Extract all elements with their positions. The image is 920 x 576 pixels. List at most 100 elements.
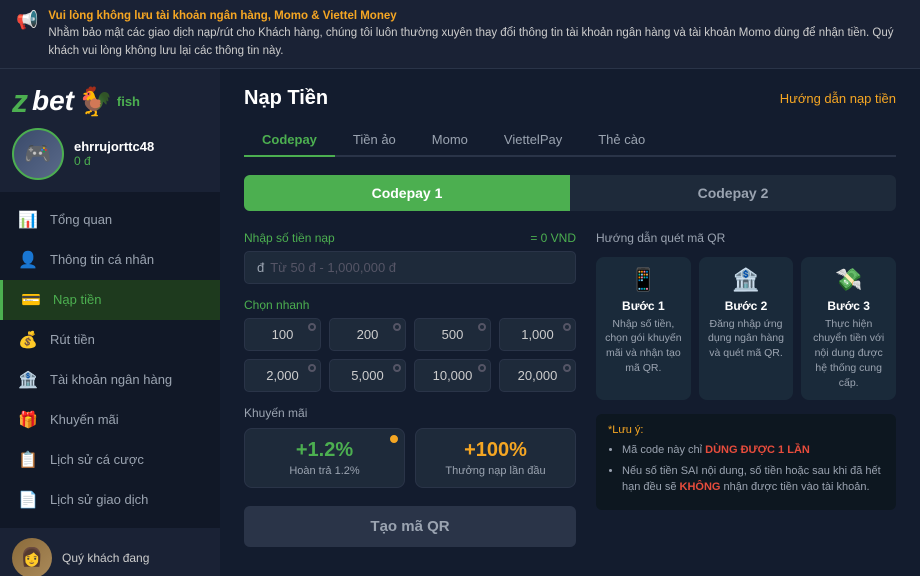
support-avatar: 👩: [12, 538, 52, 576]
amount-10000[interactable]: 10,000: [414, 359, 491, 392]
nav-label-tai-khoan: Tài khoản ngân hàng: [50, 372, 172, 387]
balance: 0 đ: [74, 154, 154, 168]
chart-icon: 📊: [18, 210, 38, 230]
nav-label-lich-su-giao-dich: Lịch sử giao dịch: [50, 492, 148, 507]
form-section: Nhập số tiền nạp = 0 VND đ Chọn nhanh: [244, 231, 896, 547]
step2-title: Bước 2: [707, 299, 786, 313]
qr-step-3: 💸 Bước 3 Thực hiện chuyển tiền với nội d…: [801, 257, 896, 400]
codepay2-button[interactable]: Codepay 2: [570, 175, 896, 211]
avatar-area: 🎮 ehrrujorttc48 0 đ: [12, 128, 208, 180]
user-icon: 👤: [18, 250, 38, 270]
note-2: Nếu số tiền SAI nội dung, số tiền hoặc s…: [622, 463, 884, 496]
promo-sub-2: Thưởng nạp lần đầu: [428, 465, 563, 477]
sidebar-item-lich-su-cuoc[interactable]: 📋 Lịch sử cá cược: [0, 440, 220, 480]
main-layout: z bet 🐓 fish 🎮 ehrrujorttc48 0 đ 📊 Tổng …: [0, 69, 920, 576]
step1-icon: 📱: [604, 267, 683, 293]
logo-bet: bet: [32, 87, 74, 115]
quick-amounts-group: Chọn nhanh 100 200 500 1,000 2,000 5,000…: [244, 298, 576, 392]
username: ehrrujorttc48: [74, 139, 154, 154]
step3-icon: 💸: [809, 267, 888, 293]
sidebar-item-nap-tien[interactable]: 💳 Nạp tiền: [0, 280, 220, 320]
logo-fish: fish: [117, 94, 140, 109]
quick-amounts: 100 200 500 1,000 2,000 5,000 10,000 20,…: [244, 318, 576, 392]
submit-button[interactable]: Tạo mã QR: [244, 506, 576, 547]
sidebar-header: z bet 🐓 fish 🎮 ehrrujorttc48 0 đ: [0, 69, 220, 192]
tab-momo[interactable]: Momo: [414, 124, 486, 157]
step3-title: Bước 3: [809, 299, 888, 313]
tab-codepay[interactable]: Codepay: [244, 124, 335, 157]
nav-label-tong-quan: Tổng quan: [50, 212, 112, 227]
nav-label-thong-tin: Thông tin cá nhân: [50, 252, 154, 267]
card-icon: 💳: [21, 290, 41, 310]
currency-prefix: đ: [257, 260, 264, 275]
step2-desc: Đăng nhập ứng dụng ngân hàng và quét mã …: [707, 317, 786, 361]
support-label: Quý khách đang: [62, 551, 149, 565]
sidebar-item-tong-quan[interactable]: 📊 Tổng quan: [0, 200, 220, 240]
logo-z: z: [12, 85, 28, 117]
amount-5000[interactable]: 5,000: [329, 359, 406, 392]
sidebar-item-lich-su-giao-dich[interactable]: 📄 Lịch sử giao dịch: [0, 480, 220, 520]
sidebar-item-rut-tien[interactable]: 💰 Rút tiền: [0, 320, 220, 360]
payment-toggle: Codepay 1 Codepay 2: [244, 175, 896, 211]
nav-label-lich-su-cuoc: Lịch sử cá cược: [50, 452, 144, 467]
megaphone-icon: 📢: [16, 10, 38, 31]
amount-group: Nhập số tiền nạp = 0 VND đ: [244, 231, 576, 284]
tab-tien-ao[interactable]: Tiền ảo: [335, 124, 414, 157]
qr-step-1: 📱 Bước 1 Nhập số tiền, chọn gói khuyến m…: [596, 257, 691, 400]
promo-percent-2: +100%: [428, 439, 563, 462]
page-title: Nạp Tiền: [244, 87, 328, 110]
step2-icon: 🏦: [707, 267, 786, 293]
sidebar-nav: 📊 Tổng quan 👤 Thông tin cá nhân 💳 Nạp ti…: [0, 192, 220, 528]
step1-desc: Nhập số tiền, chọn gói khuyến mãi và nhậ…: [604, 317, 683, 376]
amount-1000[interactable]: 1,000: [499, 318, 576, 351]
money-icon: 💰: [18, 330, 38, 350]
banner-highlight: Vui lòng không lưu tài khoản ngân hàng, …: [48, 10, 396, 22]
amount-200[interactable]: 200: [329, 318, 406, 351]
promo-label: Khuyến mãi: [244, 406, 576, 420]
bank-icon: 🏦: [18, 370, 38, 390]
logo-rooster-icon: 🐓: [78, 85, 113, 118]
nav-label-rut-tien: Rút tiền: [50, 332, 95, 347]
qr-notes: *Lưu ý: Mã code này chỉ DÙNG ĐƯỢC 1 LẦN …: [596, 414, 896, 510]
banner-body: Nhằm bảo mật các giao dịch nạp/rút cho K…: [48, 27, 893, 56]
note-1: Mã code này chỉ DÙNG ĐƯỢC 1 LẦN: [622, 442, 884, 459]
page-header: Nạp Tiền Hướng dẫn nạp tiền: [244, 87, 896, 110]
sidebar-footer: 👩 Quý khách đang: [0, 528, 220, 576]
user-info: ehrrujorttc48 0 đ: [74, 139, 154, 168]
amount-100[interactable]: 100: [244, 318, 321, 351]
sidebar-item-khuyen-mai[interactable]: 🎁 Khuyến mãi: [0, 400, 220, 440]
content-area: Nạp Tiền Hướng dẫn nạp tiền Codepay Tiền…: [220, 69, 920, 576]
logo: z bet 🐓 fish: [12, 85, 140, 118]
amount-20000[interactable]: 20,000: [499, 359, 576, 392]
amount-input[interactable]: [270, 260, 563, 275]
step3-desc: Thực hiện chuyển tiền với nội dung được …: [809, 317, 888, 390]
tab-the-cao[interactable]: Thẻ cào: [580, 124, 663, 157]
nav-label-nap-tien: Nạp tiền: [53, 292, 101, 307]
gift-icon: 🎁: [18, 410, 38, 430]
sidebar-item-tai-khoan[interactable]: 🏦 Tài khoản ngân hàng: [0, 360, 220, 400]
promo-card-1[interactable]: +1.2% Hoàn trả 1.2%: [244, 428, 405, 488]
promo-cards: +1.2% Hoàn trả 1.2% +100% Thưởng nạp lần…: [244, 428, 576, 488]
avatar: 🎮: [12, 128, 64, 180]
promo-card-2[interactable]: +100% Thưởng nạp lần đầu: [415, 428, 576, 488]
promo-sub-1: Hoàn trả 1.2%: [257, 465, 392, 477]
tabs: Codepay Tiền ảo Momo ViettelPay Thẻ cào: [244, 124, 896, 157]
qr-step-2: 🏦 Bước 2 Đăng nhập ứng dụng ngân hàng và…: [699, 257, 794, 400]
qr-guide: Hướng dẫn quét mã QR 📱 Bước 1 Nhập số ti…: [596, 231, 896, 547]
promo-section: Khuyến mãi +1.2% Hoàn trả 1.2% +100% Thư…: [244, 406, 576, 488]
codepay1-button[interactable]: Codepay 1: [244, 175, 570, 211]
amount-500[interactable]: 500: [414, 318, 491, 351]
quick-select-label: Chọn nhanh: [244, 298, 576, 312]
qr-steps: 📱 Bước 1 Nhập số tiền, chọn gói khuyến m…: [596, 257, 896, 400]
sidebar: z bet 🐓 fish 🎮 ehrrujorttc48 0 đ 📊 Tổng …: [0, 69, 220, 576]
step1-title: Bước 1: [604, 299, 683, 313]
sidebar-item-thong-tin[interactable]: 👤 Thông tin cá nhân: [0, 240, 220, 280]
banner-text: Vui lòng không lưu tài khoản ngân hàng, …: [48, 8, 904, 60]
amount-2000[interactable]: 2,000: [244, 359, 321, 392]
tab-viettelpay[interactable]: ViettelPay: [486, 124, 580, 157]
form-left: Nhập số tiền nạp = 0 VND đ Chọn nhanh: [244, 231, 576, 547]
amount-label: Nhập số tiền nạp = 0 VND: [244, 231, 576, 245]
doc-icon: 📄: [18, 490, 38, 510]
guide-link[interactable]: Hướng dẫn nạp tiền: [780, 91, 896, 106]
nav-label-khuyen-mai: Khuyến mãi: [50, 412, 119, 427]
